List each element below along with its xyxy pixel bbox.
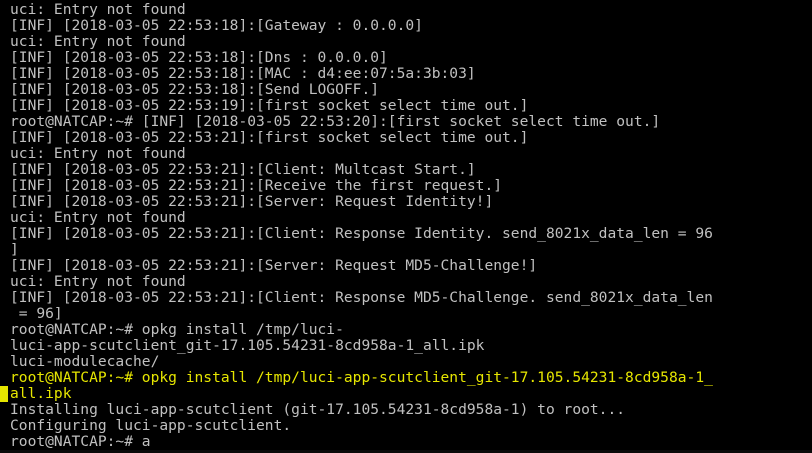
- selection-marker: [0, 386, 8, 402]
- terminal-window[interactable]: uci: Entry not found [INF] [2018-03-05 22…: [0, 0, 812, 453]
- terminal-line: root@NATCAP:~# [INF] [2018-03-05 22:53:2…: [10, 114, 661, 130]
- terminal-line: [INF] [2018-03-05 22:53:18]:[Send LOGOFF…: [10, 82, 380, 98]
- terminal-line: [INF] [2018-03-05 22:53:21]:[Client: Res…: [10, 290, 713, 306]
- terminal-line: [INF] [2018-03-05 22:53:19]:[first socke…: [10, 98, 529, 114]
- terminal-line: [INF] [2018-03-05 22:53:21]:[first socke…: [10, 130, 529, 146]
- terminal-line: uci: Entry not found: [10, 210, 186, 226]
- terminal-line: Configuring luci-app-scutclient.: [10, 418, 292, 434]
- terminal-line: uci: Entry not found: [10, 146, 186, 162]
- terminal-line: uci: Entry not found: [10, 274, 186, 290]
- terminal-line: Installing luci-app-scutclient (git-17.1…: [10, 402, 626, 418]
- terminal-line: uci: Entry not found: [10, 2, 186, 18]
- terminal-line: [INF] [2018-03-05 22:53:18]:[MAC : d4:ee…: [10, 66, 476, 82]
- terminal-line: uci: Entry not found: [10, 34, 186, 50]
- terminal-line: [INF] [2018-03-05 22:53:21]:[Client: Res…: [10, 226, 713, 242]
- terminal-line: [INF] [2018-03-05 22:53:18]:[Gateway : 0…: [10, 18, 423, 34]
- terminal-output[interactable]: uci: Entry not found [INF] [2018-03-05 22…: [10, 2, 812, 450]
- terminal-line: [INF] [2018-03-05 22:53:21]:[Server: Req…: [10, 258, 538, 274]
- terminal-line: luci-app-scutclient_git-17.105.54231-8cd…: [10, 338, 485, 354]
- terminal-line: [INF] [2018-03-05 22:53:21]:[Server: Req…: [10, 194, 494, 210]
- terminal-line: [INF] [2018-03-05 22:53:21]:[Client: Mul…: [10, 162, 476, 178]
- terminal-line: [INF] [2018-03-05 22:53:18]:[Dns : 0.0.0…: [10, 50, 388, 66]
- terminal-line: ]: [10, 242, 19, 258]
- terminal-line: all.ipk: [10, 386, 72, 402]
- terminal-line: root@NATCAP:~# opkg install /tmp/luci-ap…: [10, 370, 713, 386]
- terminal-line: root@NATCAP:~# a: [10, 434, 151, 450]
- terminal-line: = 96]: [10, 306, 63, 322]
- terminal-line: [INF] [2018-03-05 22:53:21]:[Receive the…: [10, 178, 503, 194]
- terminal-line: luci-modulecache/: [10, 354, 160, 370]
- terminal-line: root@NATCAP:~# opkg install /tmp/luci-: [10, 322, 344, 338]
